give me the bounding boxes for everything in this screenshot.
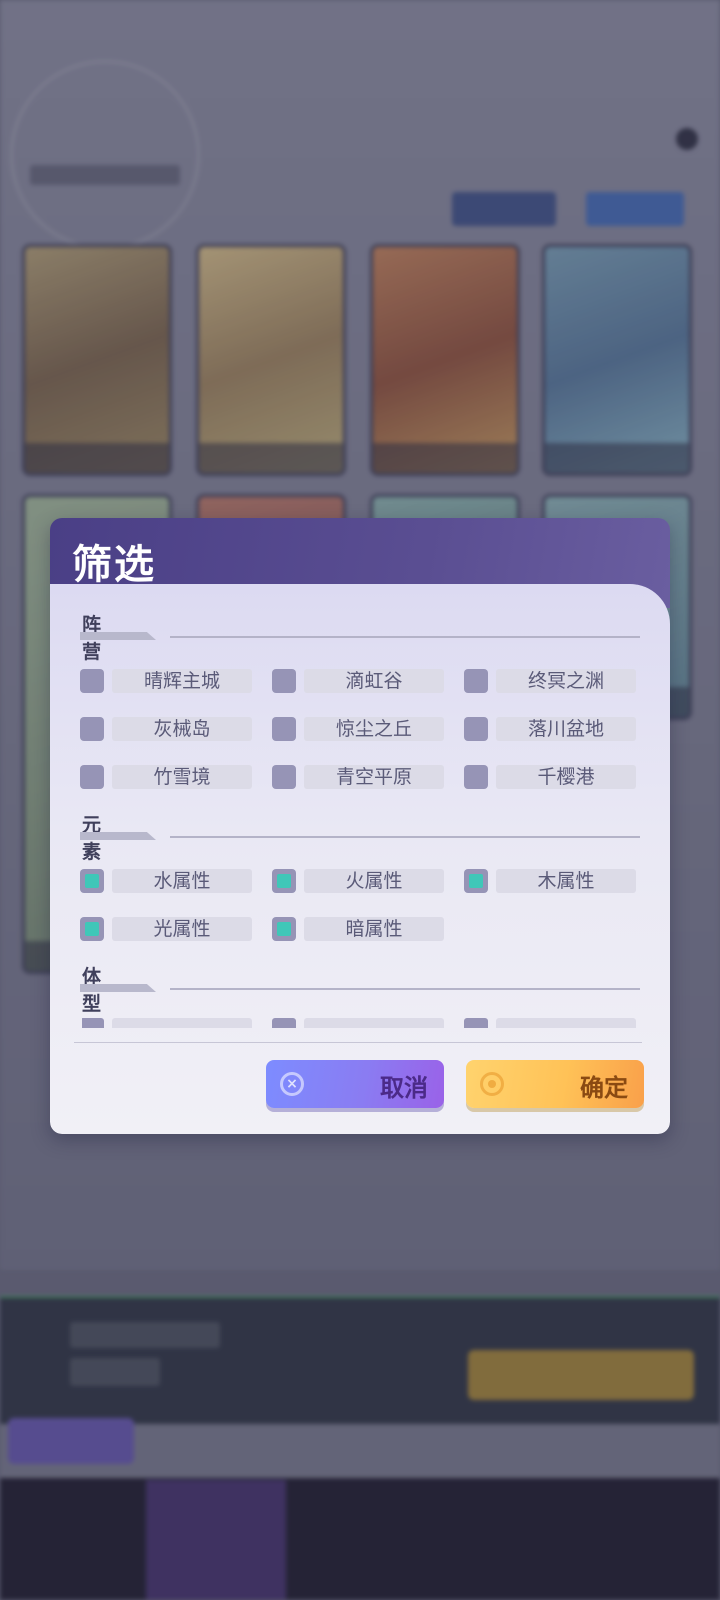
option-label: 灰械岛 <box>112 717 252 741</box>
option-label: 木属性 <box>496 869 636 893</box>
checkbox[interactable] <box>464 1018 488 1028</box>
checkbox[interactable] <box>464 669 488 693</box>
confirm-button-label: 确定 <box>580 1073 628 1102</box>
footer-divider <box>74 1042 642 1043</box>
section-tab-decoration <box>80 632 156 640</box>
filter-option-element-4[interactable]: 光属性 <box>80 916 258 942</box>
checkbox[interactable] <box>80 765 104 789</box>
option-label-clipped <box>304 1018 444 1028</box>
filter-option-faction-8[interactable]: 青空平原 <box>272 764 450 790</box>
checkbox-checked[interactable] <box>80 869 104 893</box>
option-label: 终冥之渊 <box>496 669 636 693</box>
option-label: 暗属性 <box>304 917 444 941</box>
filter-option-faction-9[interactable]: 千樱港 <box>464 764 642 790</box>
filter-option-element-1[interactable]: 水属性 <box>80 868 258 894</box>
filter-option-faction-3[interactable]: 终冥之渊 <box>464 668 642 694</box>
option-label: 滴虹谷 <box>304 669 444 693</box>
checkbox-checked[interactable] <box>272 869 296 893</box>
dialog-body: 阵营 晴辉主城 滴虹谷 终冥之渊 灰械岛 惊尘之丘 落川盆地 竹雪境 青空平原 … <box>50 584 670 1134</box>
cancel-button-label: 取消 <box>380 1073 428 1102</box>
checkbox[interactable] <box>464 717 488 741</box>
option-label-clipped <box>112 1018 252 1028</box>
option-label: 竹雪境 <box>112 765 252 789</box>
checkbox[interactable] <box>82 1018 104 1028</box>
option-label: 青空平原 <box>304 765 444 789</box>
section-divider <box>170 988 640 990</box>
option-label-clipped <box>496 1018 636 1028</box>
cancel-button[interactable]: × 取消 <box>266 1060 444 1108</box>
checkbox[interactable] <box>80 669 104 693</box>
confirm-button[interactable]: 确定 <box>466 1060 644 1108</box>
checkbox[interactable] <box>80 717 104 741</box>
option-label: 光属性 <box>112 917 252 941</box>
filter-option-faction-2[interactable]: 滴虹谷 <box>272 668 450 694</box>
section-tab-decoration <box>80 832 156 840</box>
option-label: 落川盆地 <box>496 717 636 741</box>
dialog-title: 筛选 <box>72 541 156 588</box>
filter-option-faction-4[interactable]: 灰械岛 <box>80 716 258 742</box>
option-label: 火属性 <box>304 869 444 893</box>
option-label: 千樱港 <box>496 765 636 789</box>
section-divider <box>170 636 640 638</box>
checkbox[interactable] <box>464 765 488 789</box>
filter-option-element-5[interactable]: 暗属性 <box>272 916 450 942</box>
filter-option-faction-6[interactable]: 落川盆地 <box>464 716 642 742</box>
checkbox[interactable] <box>272 765 296 789</box>
target-circle-icon <box>480 1072 504 1096</box>
checkbox-checked[interactable] <box>464 869 488 893</box>
checkbox-checked[interactable] <box>80 917 104 941</box>
filter-option-element-2[interactable]: 火属性 <box>272 868 450 894</box>
option-label: 晴辉主城 <box>112 669 252 693</box>
checkbox[interactable] <box>272 1018 296 1028</box>
filter-option-faction-5[interactable]: 惊尘之丘 <box>272 716 450 742</box>
close-circle-icon: × <box>280 1072 304 1096</box>
filter-option-element-3[interactable]: 木属性 <box>464 868 642 894</box>
checkbox[interactable] <box>272 669 296 693</box>
filter-dialog: 筛选 阵营 晴辉主城 滴虹谷 终冥之渊 灰械岛 惊尘之丘 落川盆地 竹雪境 青空… <box>50 518 670 1134</box>
section-tab-decoration <box>80 984 156 992</box>
option-label: 惊尘之丘 <box>304 717 444 741</box>
checkbox[interactable] <box>272 717 296 741</box>
section-divider <box>170 836 640 838</box>
checkbox-checked[interactable] <box>272 917 296 941</box>
filter-option-faction-1[interactable]: 晴辉主城 <box>80 668 258 694</box>
option-label: 水属性 <box>112 869 252 893</box>
filter-option-faction-7[interactable]: 竹雪境 <box>80 764 258 790</box>
scroll-clipped-row[interactable] <box>82 1018 642 1028</box>
